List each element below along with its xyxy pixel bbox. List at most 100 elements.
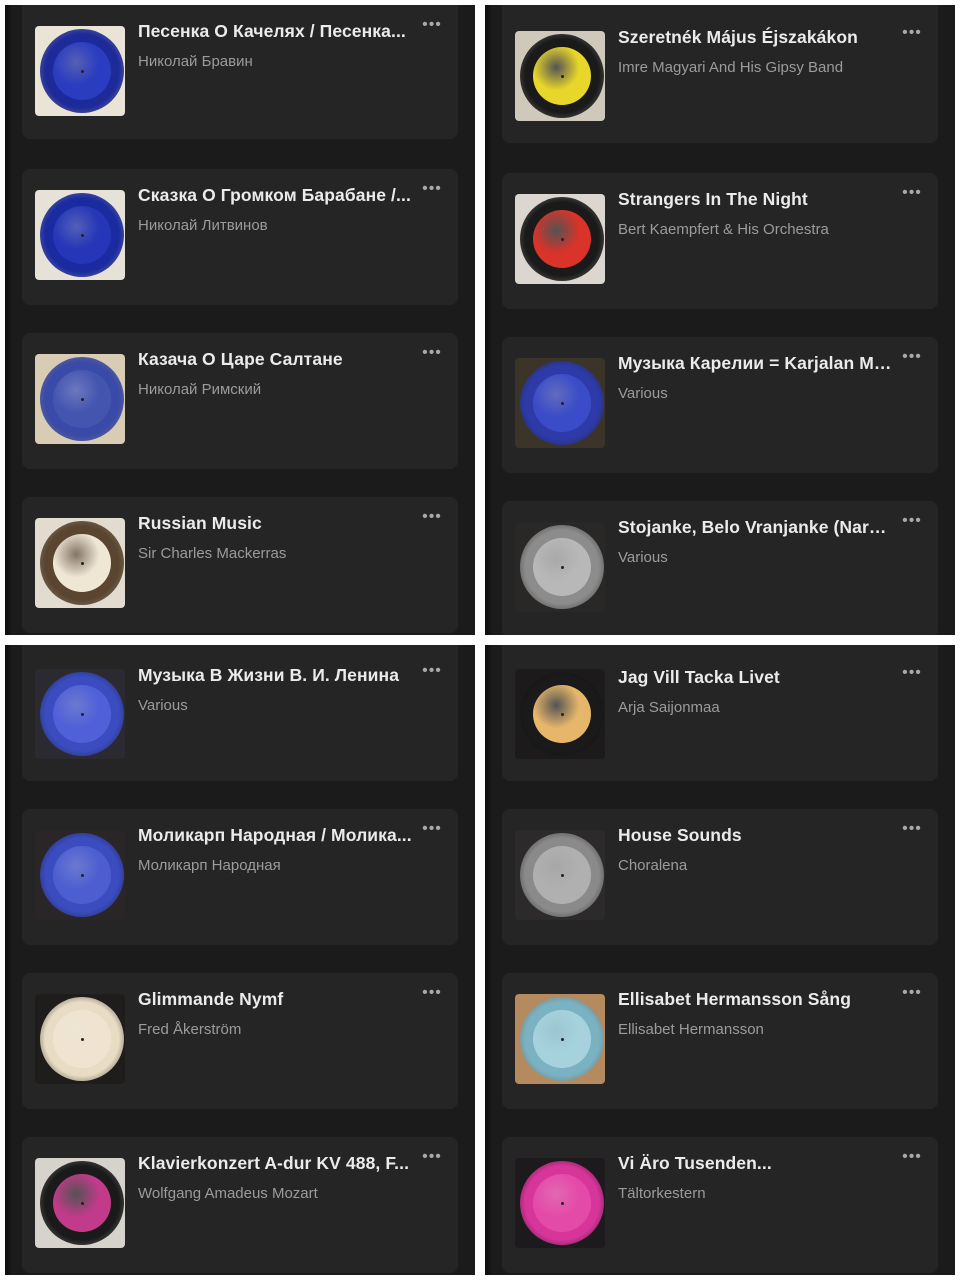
record-title[interactable]: Сказка О Громком Барабане /... (138, 185, 414, 206)
vinyl-disc-icon (40, 193, 124, 277)
album-cover-image[interactable] (515, 994, 605, 1084)
panel-top-right: Szeretnék Május Éjszakákon Imre Magyari A… (485, 5, 955, 635)
more-options-icon[interactable]: ••• (420, 17, 444, 37)
record-title[interactable]: Казача О Царе Салтане (138, 349, 414, 370)
record-title[interactable]: Vi Äro Tusenden... (618, 1153, 894, 1174)
vinyl-disc-icon (520, 672, 604, 756)
record-title[interactable]: Russian Music (138, 513, 414, 534)
record-artist: Imre Magyari And His Gipsy Band (618, 59, 844, 76)
record-card[interactable]: Ellisabet Hermansson Sång Ellisabet Herma… (502, 973, 938, 1109)
record-artist: Choralena (618, 857, 688, 874)
record-card[interactable]: House Sounds Choralena ••• (502, 809, 938, 945)
more-options-icon[interactable]: ••• (900, 513, 924, 533)
more-options-icon[interactable]: ••• (420, 821, 444, 841)
disc-spindle-hole (80, 233, 84, 237)
record-artist: Николай Литвинов (138, 217, 268, 234)
disc-spindle-hole (80, 1201, 84, 1205)
disc-spindle-hole (560, 401, 564, 405)
more-options-icon[interactable]: ••• (420, 985, 444, 1005)
disc-spindle-hole (560, 237, 564, 241)
more-options-icon[interactable]: ••• (900, 1149, 924, 1169)
record-card[interactable]: Музыка Карелии = Karjalan Mu... Various ••… (502, 337, 938, 473)
record-artist: Николай Римский (138, 381, 262, 398)
album-cover-image[interactable] (35, 1158, 125, 1248)
record-artist: Ellisabet Hermansson (618, 1021, 764, 1038)
record-card[interactable]: Szeretnék Május Éjszakákon Imre Magyari A… (502, 5, 938, 143)
more-options-icon[interactable]: ••• (420, 345, 444, 365)
more-options-icon[interactable]: ••• (900, 821, 924, 841)
record-title[interactable]: Stojanke, Belo Vranjanke (Naro... (618, 517, 894, 538)
album-cover-image[interactable] (35, 190, 125, 280)
record-title[interactable]: Музыка Карелии = Karjalan Mu... (618, 353, 894, 374)
record-artist: Wolfgang Amadeus Mozart (138, 1185, 318, 1202)
record-title[interactable]: Ellisabet Hermansson Sång (618, 989, 894, 1010)
record-artist: Various (138, 697, 188, 714)
disc-spindle-hole (80, 1037, 84, 1041)
album-cover-image[interactable] (35, 354, 125, 444)
record-card[interactable]: Glimmande Nymf Fred Åkerström ••• (22, 973, 458, 1109)
record-title[interactable]: Strangers In The Night (618, 189, 894, 210)
more-options-icon[interactable]: ••• (420, 181, 444, 201)
disc-spindle-hole (80, 397, 84, 401)
more-options-icon[interactable]: ••• (900, 985, 924, 1005)
record-artist: Bert Kaempfert & His Orchestra (618, 221, 829, 238)
more-options-icon[interactable]: ••• (420, 1149, 444, 1169)
album-cover-image[interactable] (35, 669, 125, 759)
vinyl-disc-icon (520, 525, 604, 609)
record-card[interactable]: Strangers In The Night Bert Kaempfert & H… (502, 173, 938, 309)
record-artist: Arja Saijonmaa (618, 699, 720, 716)
disc-spindle-hole (80, 69, 84, 73)
disc-spindle-hole (560, 1201, 564, 1205)
record-artist: Fred Åkerström (138, 1021, 242, 1038)
album-cover-image[interactable] (515, 830, 605, 920)
album-cover-image[interactable] (35, 994, 125, 1084)
record-card[interactable]: Музыка В Жизни В. И. Ленина Various ••• (22, 645, 458, 781)
record-card[interactable]: Klavierkonzert A-dur KV 488, F... Wolfgan… (22, 1137, 458, 1273)
record-card[interactable]: Моликарп Народная / Молика... Моликарп На… (22, 809, 458, 945)
vinyl-disc-icon (40, 357, 124, 441)
record-card[interactable]: Vi Äro Tusenden... Tältorkestern ••• (502, 1137, 938, 1273)
record-card[interactable]: Сказка О Громком Барабане /... Николай Ли… (22, 169, 458, 305)
record-title[interactable]: Песенка О Качелях / Песенка... (138, 21, 414, 42)
record-title[interactable]: Szeretnék Május Éjszakákon (618, 27, 894, 48)
record-title[interactable]: Музыка В Жизни В. И. Ленина (138, 665, 414, 686)
record-card[interactable]: Казача О Царе Салтане Николай Римский ••• (22, 333, 458, 469)
record-card[interactable]: Stojanke, Belo Vranjanke (Naro... Various… (502, 501, 938, 635)
album-cover-image[interactable] (515, 194, 605, 284)
record-artist: Tältorkestern (618, 1185, 706, 1202)
more-options-icon[interactable]: ••• (900, 665, 924, 685)
record-artist: Sir Charles Mackerras (138, 545, 287, 562)
album-cover-image[interactable] (515, 1158, 605, 1248)
album-cover-image[interactable] (515, 522, 605, 612)
panel-top-left: Песенка О Качелях / Песенка... Николай Бр… (5, 5, 475, 635)
vinyl-disc-icon (520, 1161, 604, 1245)
album-cover-image[interactable] (515, 358, 605, 448)
album-cover-image[interactable] (35, 518, 125, 608)
record-card[interactable]: Jag Vill Tacka Livet Arja Saijonmaa ••• (502, 645, 938, 781)
record-artist: Моликарп Народная (138, 857, 281, 874)
disc-spindle-hole (80, 561, 84, 565)
record-title[interactable]: Klavierkonzert A-dur KV 488, F... (138, 1153, 414, 1174)
more-options-icon[interactable]: ••• (420, 509, 444, 529)
vinyl-disc-icon (40, 997, 124, 1081)
vinyl-disc-icon (520, 361, 604, 445)
disc-spindle-hole (80, 873, 84, 877)
record-title[interactable]: Моликарп Народная / Молика... (138, 825, 414, 846)
record-title[interactable]: Glimmande Nymf (138, 989, 414, 1010)
vinyl-disc-icon (520, 833, 604, 917)
album-cover-image[interactable] (35, 830, 125, 920)
record-title[interactable]: House Sounds (618, 825, 894, 846)
disc-spindle-hole (560, 873, 564, 877)
album-cover-image[interactable] (515, 31, 605, 121)
disc-spindle-hole (560, 712, 564, 716)
album-cover-image[interactable] (35, 26, 125, 116)
record-card[interactable]: Песенка О Качелях / Песенка... Николай Бр… (22, 5, 458, 139)
more-options-icon[interactable]: ••• (900, 349, 924, 369)
more-options-icon[interactable]: ••• (900, 185, 924, 205)
record-card[interactable]: Russian Music Sir Charles Mackerras ••• (22, 497, 458, 633)
disc-spindle-hole (560, 74, 564, 78)
more-options-icon[interactable]: ••• (420, 663, 444, 683)
record-title[interactable]: Jag Vill Tacka Livet (618, 667, 894, 688)
album-cover-image[interactable] (515, 669, 605, 759)
more-options-icon[interactable]: ••• (900, 25, 924, 45)
